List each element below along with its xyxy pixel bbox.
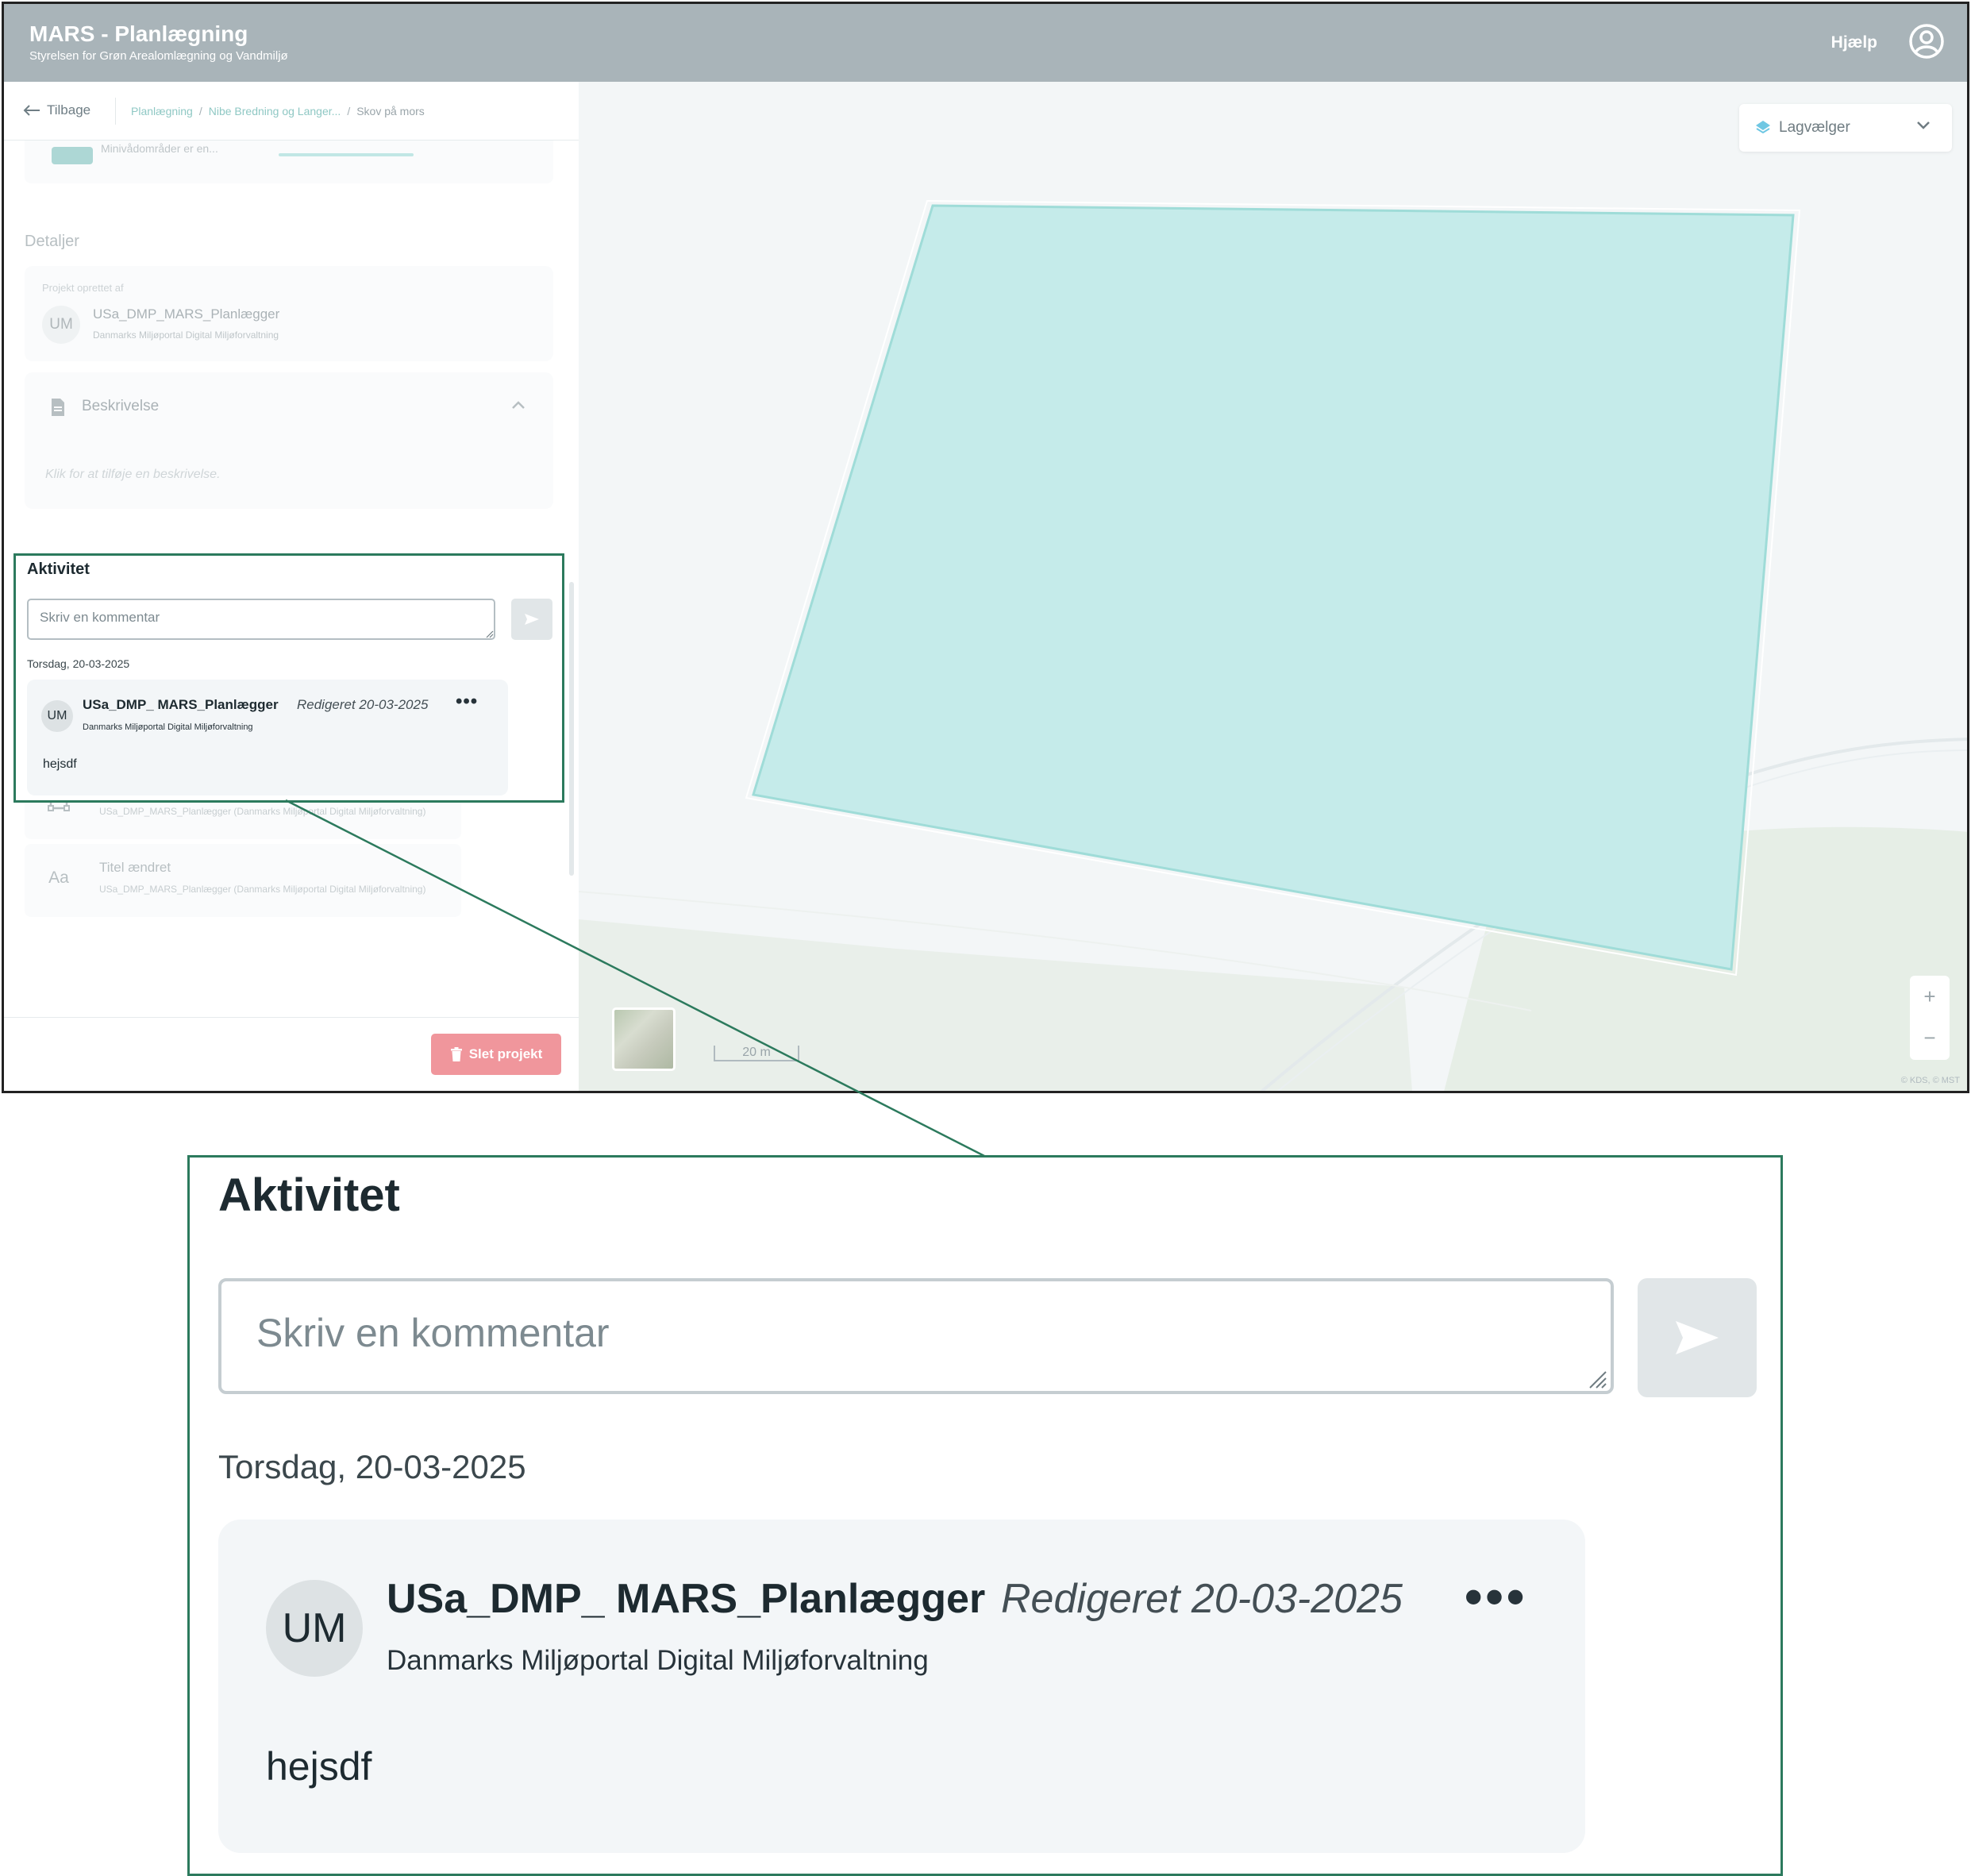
history-title: Titel ændret [99, 860, 171, 875]
activity-date-zoomed: Torsdag, 20-03-2025 [218, 1448, 526, 1485]
app-window: MARS - Planlægning Styrelsen for Grøn Ar… [2, 2, 1969, 1093]
document-icon [52, 399, 64, 416]
top-bar: MARS - Planlægning Styrelsen for Grøn Ar… [4, 4, 1967, 82]
arrow-left-icon [23, 105, 40, 116]
comment-card-zoomed: UM USa_DMP_ MARS_Planlægger Redigeret 20… [218, 1520, 1585, 1853]
scale-label: 20 m [742, 1046, 771, 1059]
map-field-area [579, 919, 1412, 1091]
layer-picker[interactable]: Lagvælger [1739, 104, 1952, 152]
user-account-button[interactable] [1908, 23, 1945, 60]
comment-input[interactable] [27, 599, 495, 640]
map-attribution: © KDS, © MST [1900, 1076, 1960, 1085]
comment-card: UM USa_DMP_ MARS_Planlægger Redigeret 20… [27, 680, 508, 795]
comment-edited: Redigeret 20-03-2025 [297, 697, 429, 712]
layer-picker-label: Lagvælger [1779, 119, 1850, 136]
text-format-icon: Aa [48, 869, 69, 887]
comment-org-zoomed: Danmarks Miljøportal Digital Miljøforval… [387, 1645, 929, 1676]
sidebar-scrollbar[interactable] [569, 582, 574, 876]
scale-bar: 20 m [714, 1046, 799, 1061]
comment-text: hejsdf [43, 757, 77, 771]
help-link[interactable]: Hjælp [1831, 33, 1877, 52]
area-type-icon [52, 147, 93, 164]
resize-grip-icon[interactable] [484, 629, 494, 638]
previous-card-text: Minivådområder er en... [101, 142, 218, 155]
trash-icon [450, 1047, 462, 1061]
sidebar-footer: Slet projekt [4, 1017, 579, 1091]
description-placeholder[interactable]: Klik for at tilføje en beskrivelse. [45, 468, 221, 482]
comment-text-zoomed: hejsdf [266, 1744, 372, 1789]
activity-heading: Aktivitet [27, 560, 90, 578]
comment-avatar: UM [41, 700, 73, 732]
page: MARS - Planlægning Styrelsen for Grøn Ar… [0, 0, 1971, 1876]
creator-name: USa_DMP_MARS_Planlægger [93, 306, 280, 322]
breadcrumb-bar: Tilbage Planlægning / Nibe Bredning og Lan… [4, 82, 579, 141]
details-heading: Detaljer [25, 233, 79, 250]
send-icon [1676, 1321, 1719, 1354]
send-comment-button-zoomed[interactable] [1638, 1278, 1757, 1397]
back-label: Tilbage [47, 102, 91, 117]
more-options-icon[interactable]: ••• [1465, 1567, 1527, 1626]
breadcrumb-item-planning[interactable]: Planlægning [131, 105, 193, 117]
description-title: Beskrivelse [82, 398, 160, 414]
back-button[interactable]: Tilbage [23, 102, 90, 118]
map-view[interactable]: Lagvælger 20 m + − © KDS, © MST [579, 82, 1969, 1092]
comment-org: Danmarks Miljøportal Digital Miljøforval… [83, 722, 253, 732]
resize-grip-icon[interactable] [1585, 1367, 1607, 1389]
history-item: Aa Titel ændret USa_DMP_MARS_Planlægger (D… [25, 844, 461, 917]
user-circle-icon [1909, 24, 1944, 59]
activity-zoom-callout: Aktivitet Torsdag, 20-03-2025 UM USa_DMP… [187, 1155, 1783, 1876]
delete-project-button[interactable]: Slet projekt [431, 1034, 561, 1075]
breadcrumb-divider [115, 98, 116, 125]
basemap-toggle-thumbnail[interactable] [612, 1007, 676, 1071]
activity-panel-highlight: Aktivitet Torsdag, 20-03-2025 UM USa_DMP… [13, 553, 564, 803]
comment-author: USa_DMP_ MARS_Planlægger [83, 697, 279, 712]
activity-date: Torsdag, 20-03-2025 [27, 657, 130, 670]
zoom-in-button[interactable]: + [1910, 976, 1950, 1017]
zoom-out-button[interactable]: − [1910, 1017, 1950, 1058]
send-icon [525, 614, 539, 625]
more-options-icon[interactable]: ••• [456, 691, 478, 713]
creator-org: Danmarks Miljøportal Digital Miljøforval… [93, 329, 279, 341]
chevron-up-icon[interactable] [510, 399, 526, 410]
app-title: MARS - Planlægning [29, 21, 248, 46]
delete-project-label: Slet projekt [468, 1046, 543, 1061]
zoom-controls: + − [1910, 976, 1950, 1060]
comment-avatar-zoomed: UM [266, 1580, 363, 1677]
details-card: Projekt oprettet af UM USa_DMP_MARS_Plan… [25, 266, 553, 361]
sidebar: Minivådområder er en... Detaljer Projekt… [4, 82, 579, 1091]
comment-input-zoomed[interactable] [218, 1278, 1614, 1394]
chevron-down-icon [1917, 121, 1930, 129]
history-subtitle: USa_DMP_MARS_Planlægger (Danmarks Miljøp… [99, 884, 426, 895]
created-by-label: Projekt oprettet af [42, 282, 124, 294]
comment-author-zoomed: USa_DMP_ MARS_Planlægger [387, 1576, 986, 1622]
previous-card-bar [279, 153, 414, 156]
project-area-polygon[interactable] [752, 204, 1795, 971]
breadcrumb-item-area[interactable]: Nibe Bredning og Langer... [209, 105, 341, 117]
history-subtitle: USa_DMP_MARS_Planlægger (Danmarks Miljøp… [99, 806, 426, 817]
map-canvas[interactable] [579, 82, 1969, 1092]
send-comment-button[interactable] [511, 599, 552, 640]
comment-edited-zoomed: Redigeret 20-03-2025 [1001, 1576, 1403, 1622]
layers-icon [1756, 121, 1770, 134]
breadcrumb: Planlægning / Nibe Bredning og Langer... / S… [131, 105, 425, 117]
app-subtitle: Styrelsen for Grøn Arealomlægning og Van… [29, 49, 288, 63]
activity-heading-zoomed: Aktivitet [218, 1169, 400, 1221]
creator-avatar: UM [42, 306, 80, 344]
description-card: Beskrivelse Klik for at tilføje en beskr… [25, 372, 553, 509]
breadcrumb-item-current: Skov på mors [356, 105, 425, 117]
